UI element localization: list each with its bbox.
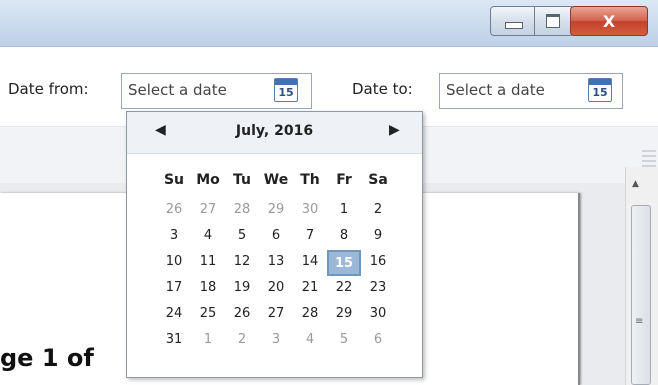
- window-title-bar: X: [0, 0, 658, 47]
- close-button[interactable]: X: [570, 6, 648, 36]
- date-from-label: Date from:: [8, 80, 89, 98]
- calendar-day[interactable]: 30: [361, 302, 395, 328]
- scrollbar-thumb[interactable]: ≡: [631, 205, 651, 385]
- grip-icon: ≡: [635, 316, 644, 327]
- calendar-day[interactable]: 10: [157, 250, 191, 276]
- calendar-day[interactable]: 9: [361, 224, 395, 250]
- calendar-day[interactable]: 7: [293, 224, 327, 250]
- calendar-day[interactable]: 5: [327, 328, 361, 354]
- calendar-day[interactable]: 20: [259, 276, 293, 302]
- calendar-day[interactable]: 28: [293, 302, 327, 328]
- calendar-day[interactable]: 6: [259, 224, 293, 250]
- next-month-icon[interactable]: ▶: [389, 122, 400, 138]
- calendar-day-selected[interactable]: 15: [327, 250, 361, 276]
- minimize-icon: [505, 21, 523, 29]
- date-to-picker[interactable]: Select a date 15: [439, 73, 623, 109]
- weekday-header: Fr: [336, 172, 352, 188]
- calendar-day[interactable]: 27: [191, 198, 225, 224]
- calendar-day[interactable]: 27: [259, 302, 293, 328]
- calendar-day[interactable]: 4: [191, 224, 225, 250]
- calendar-day[interactable]: 17: [157, 276, 191, 302]
- calendar-day[interactable]: 28: [225, 198, 259, 224]
- date-to-input[interactable]: Select a date: [446, 81, 545, 99]
- calendar-day[interactable]: 8: [327, 224, 361, 250]
- calendar-day[interactable]: 30: [293, 198, 327, 224]
- date-to-label: Date to:: [352, 80, 413, 98]
- calendar-day[interactable]: 23: [361, 276, 395, 302]
- calendar-day[interactable]: 2: [361, 198, 395, 224]
- month-label[interactable]: July, 2016: [127, 123, 422, 139]
- calendar-day[interactable]: 2: [225, 328, 259, 354]
- weekday-header: Sa: [368, 172, 388, 188]
- calendar-day[interactable]: 6: [361, 328, 395, 354]
- calendar-day[interactable]: 1: [191, 328, 225, 354]
- calendar-day[interactable]: 12: [225, 250, 259, 276]
- calendar-day[interactable]: 21: [293, 276, 327, 302]
- calendar-day[interactable]: 26: [225, 302, 259, 328]
- calendar-day[interactable]: 3: [259, 328, 293, 354]
- date-from-input[interactable]: Select a date: [128, 81, 227, 99]
- weekday-header: Su: [163, 172, 185, 188]
- date-from-picker[interactable]: Select a date 15: [121, 73, 312, 109]
- page-number-text: ge 1 of: [0, 344, 94, 372]
- calendar-day[interactable]: 5: [225, 224, 259, 250]
- weekday-header: Mo: [196, 172, 220, 188]
- weekday-header: We: [263, 172, 289, 188]
- calendar-day[interactable]: 14: [293, 250, 327, 276]
- calendar-day[interactable]: 29: [259, 198, 293, 224]
- calendar-day[interactable]: 16: [361, 250, 395, 276]
- maximize-button[interactable]: [534, 6, 572, 36]
- scroll-up-arrow-icon[interactable]: ▲: [632, 179, 639, 189]
- calendar-day[interactable]: 11: [191, 250, 225, 276]
- calendar-icon[interactable]: 15: [274, 78, 298, 102]
- calendar-day[interactable]: 31: [157, 328, 191, 354]
- calendar-day[interactable]: 18: [191, 276, 225, 302]
- calendar-popup: ◀ July, 2016 ▶ Su Mo Tu We Th Fr Sa 26 27 28 29 30 1…: [126, 111, 423, 378]
- calendar-day[interactable]: 4: [293, 328, 327, 354]
- calendar-day[interactable]: 25: [191, 302, 225, 328]
- close-icon: X: [602, 11, 616, 31]
- calendar-day[interactable]: 24: [157, 302, 191, 328]
- calendar-day[interactable]: 29: [327, 302, 361, 328]
- calendar-day[interactable]: 13: [259, 250, 293, 276]
- calendar-day[interactable]: 19: [225, 276, 259, 302]
- minimize-button[interactable]: [490, 6, 538, 36]
- weekday-header: Th: [300, 172, 320, 188]
- calendar-day[interactable]: 1: [327, 198, 361, 224]
- calendar-grid: Su Mo Tu We Th Fr Sa 26 27 28 29 30 1 2 3 4 5 6 7 8 9 10 11 12 1…: [157, 170, 395, 354]
- calendar-day[interactable]: 3: [157, 224, 191, 250]
- calendar-header: ◀ July, 2016 ▶: [127, 112, 422, 154]
- vertical-scrollbar[interactable]: ▲ ≡: [625, 167, 658, 385]
- calendar-day[interactable]: 26: [157, 198, 191, 224]
- maximize-icon: [546, 14, 560, 28]
- calendar-icon[interactable]: 15: [588, 78, 612, 102]
- weekday-header: Tu: [233, 172, 251, 188]
- calendar-day[interactable]: 22: [327, 276, 361, 302]
